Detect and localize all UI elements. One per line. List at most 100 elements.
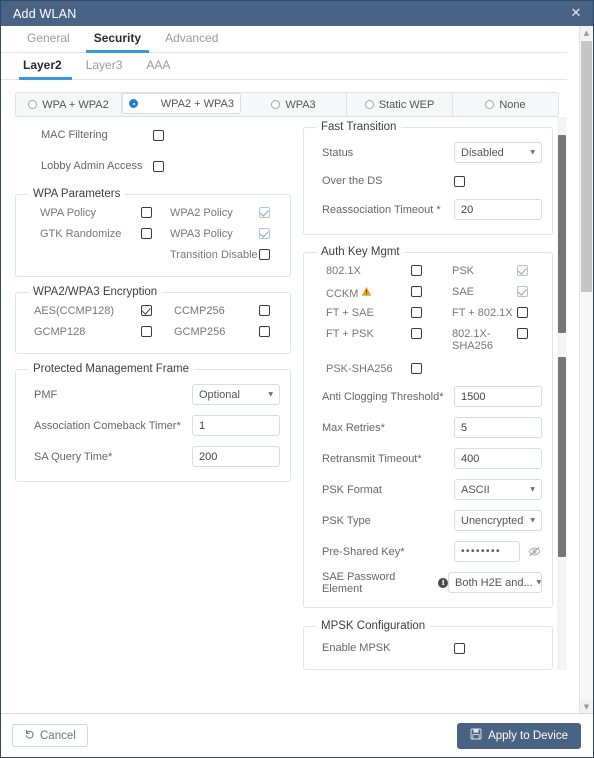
pre-shared-key-input[interactable]: ••••••••	[454, 541, 520, 562]
gtk-randomize-checkbox[interactable]	[141, 228, 152, 239]
lobby-admin-label: Lobby Admin Access	[41, 159, 143, 172]
retransmit-timeout-label: Retransmit Timeout*	[322, 452, 422, 465]
apply-to-device-button[interactable]: Apply to Device	[457, 722, 581, 749]
ft-reassoc-input[interactable]: 20	[454, 199, 542, 220]
akm-sae-checkbox[interactable]	[517, 286, 528, 297]
dialog-titlebar: Add WLAN ✕	[1, 1, 593, 26]
wpa3-policy-label: WPA3 Policy	[170, 228, 233, 240]
akm-cckm-checkbox[interactable]	[411, 286, 422, 297]
wpa-policy-checkbox[interactable]	[141, 207, 152, 218]
radio-wpa2-wpa3[interactable]: WPA2 + WPA3	[122, 93, 241, 114]
gcmp256-label: GCMP256	[174, 326, 226, 338]
transition-disable-checkbox[interactable]	[259, 249, 270, 260]
sae-password-element-row: SAE Password Element i Both H2E and... ▼	[314, 567, 542, 598]
akm-psk-sha256-checkbox[interactable]	[411, 363, 422, 374]
inner-scrollbar[interactable]	[557, 117, 567, 670]
aes-ccmp128-row: AES(CCMP128)	[34, 302, 152, 323]
psk-type-select[interactable]: Unencrypted ▼	[454, 510, 542, 531]
sae-password-element-select[interactable]: Both H2E and... ▼	[448, 572, 542, 593]
gcmp256-checkbox[interactable]	[259, 326, 270, 337]
scroll-down-icon[interactable]: ▼	[580, 700, 593, 713]
main-tabs: General Security Advanced	[1, 26, 567, 53]
radio-none[interactable]: None	[453, 93, 558, 116]
close-icon[interactable]: ✕	[568, 6, 584, 22]
akm-ft-8021x-row: FT + 802.1X	[452, 304, 528, 325]
radio-wpa3[interactable]: WPA3	[241, 93, 347, 116]
tab-aaa[interactable]: AAA	[136, 58, 184, 79]
auth-key-mgmt-legend: Auth Key Mgmt	[321, 246, 400, 258]
akm-psk-label: PSK	[452, 265, 475, 277]
gcmp128-checkbox[interactable]	[141, 326, 152, 337]
tab-layer2[interactable]: Layer2	[15, 58, 76, 80]
mac-filtering-checkbox[interactable]	[153, 129, 164, 141]
gtk-randomize-label: GTK Randomize	[40, 228, 122, 240]
ft-over-ds-checkbox[interactable]	[454, 176, 465, 187]
enable-mpsk-row: Enable MPSK	[314, 636, 542, 660]
radio-label: None	[499, 98, 526, 111]
info-icon[interactable]: i	[438, 577, 448, 588]
warning-icon	[361, 286, 372, 297]
max-retries-input[interactable]: 5	[454, 417, 542, 438]
tab-layer3[interactable]: Layer3	[76, 58, 137, 79]
anti-clogging-input[interactable]: 1500	[454, 386, 542, 407]
save-icon	[470, 728, 482, 743]
inner-scrollbar-thumb-upper[interactable]	[558, 135, 566, 333]
retransmit-timeout-input[interactable]: 400	[454, 448, 542, 469]
ft-reassoc-row: Reassociation Timeout * 20	[314, 194, 542, 225]
psk-format-select[interactable]: ASCII ▼	[454, 479, 542, 500]
sa-query-label: SA Query Time*	[34, 450, 113, 463]
scrollbar-track[interactable]	[580, 39, 593, 700]
cancel-button[interactable]: Cancel	[12, 724, 88, 747]
radio-static-wep[interactable]: Static WEP	[347, 93, 453, 116]
akm-psk-checkbox[interactable]	[517, 265, 528, 276]
scroll-up-icon[interactable]: ▲	[580, 26, 593, 39]
akm-ft-psk-label: FT + PSK	[326, 328, 374, 340]
settings-columns: MAC Filtering Lobby Admin Access WPA Par…	[1, 117, 567, 670]
anti-clogging-label: Anti Clogging Threshold*	[322, 390, 444, 403]
pmf-group: Protected Management Frame PMF Optional …	[15, 363, 291, 482]
sa-query-input[interactable]: 200	[192, 446, 280, 467]
transition-disable-row: Transition Disable	[170, 246, 270, 267]
dialog-scrollbar[interactable]: ▲ ▼	[579, 26, 593, 713]
tab-general[interactable]: General	[15, 31, 82, 52]
wpa2-policy-row: WPA2 Policy	[170, 204, 270, 225]
psk-type-label: PSK Type	[322, 514, 371, 527]
enable-mpsk-checkbox[interactable]	[454, 643, 465, 654]
akm-8021x-checkbox[interactable]	[411, 265, 422, 276]
dialog-body: General Security Advanced Layer2 Layer3 …	[1, 26, 593, 713]
aes-ccmp128-label: AES(CCMP128)	[34, 305, 115, 317]
encryption-group: WPA2/WPA3 Encryption AES(CCMP128) GCMP12…	[15, 286, 291, 354]
fast-transition-group: Fast Transition Status Disabled ▼ Over t…	[303, 121, 553, 235]
aes-ccmp128-checkbox[interactable]	[141, 305, 152, 316]
pmf-label: PMF	[34, 388, 58, 401]
inner-scrollbar-thumb-lower[interactable]	[558, 357, 566, 557]
radio-wpa-wpa2[interactable]: WPA + WPA2	[16, 93, 122, 116]
gtk-randomize-row: GTK Randomize	[40, 225, 152, 246]
wpa3-policy-checkbox[interactable]	[259, 228, 270, 239]
assoc-comeback-input[interactable]: 1	[192, 415, 280, 436]
apply-to-device-label: Apply to Device	[488, 729, 568, 742]
gcmp256-row: GCMP256	[174, 323, 270, 344]
akm-ft-8021x-checkbox[interactable]	[517, 307, 528, 318]
tab-security[interactable]: Security	[82, 31, 153, 53]
scrollbar-thumb[interactable]	[581, 41, 592, 292]
tab-advanced[interactable]: Advanced	[153, 31, 230, 52]
akm-sae-label: SAE	[452, 286, 475, 298]
akm-8021x-sha256-checkbox[interactable]	[517, 328, 528, 339]
akm-8021x-label: 802.1X	[326, 265, 361, 277]
lobby-admin-checkbox[interactable]	[153, 160, 164, 172]
assoc-comeback-label: Association Comeback Timer*	[34, 419, 181, 432]
psk-format-label: PSK Format	[322, 483, 382, 496]
right-column: Fast Transition Status Disabled ▼ Over t…	[291, 117, 567, 670]
pmf-select[interactable]: Optional ▼	[192, 384, 280, 405]
chevron-down-icon: ▼	[530, 486, 535, 493]
psk-type-value: Unencrypted	[461, 514, 524, 527]
ft-status-select[interactable]: Disabled ▼	[454, 142, 542, 163]
akm-ft-psk-checkbox[interactable]	[411, 328, 422, 339]
akm-ft-sae-checkbox[interactable]	[411, 307, 422, 318]
ccmp256-checkbox[interactable]	[259, 305, 270, 316]
mac-filtering-row: MAC Filtering	[15, 121, 291, 148]
eye-slash-icon[interactable]	[526, 545, 542, 558]
wpa2-policy-checkbox[interactable]	[259, 207, 270, 218]
security-subtabs: Layer2 Layer3 AAA	[1, 53, 567, 80]
